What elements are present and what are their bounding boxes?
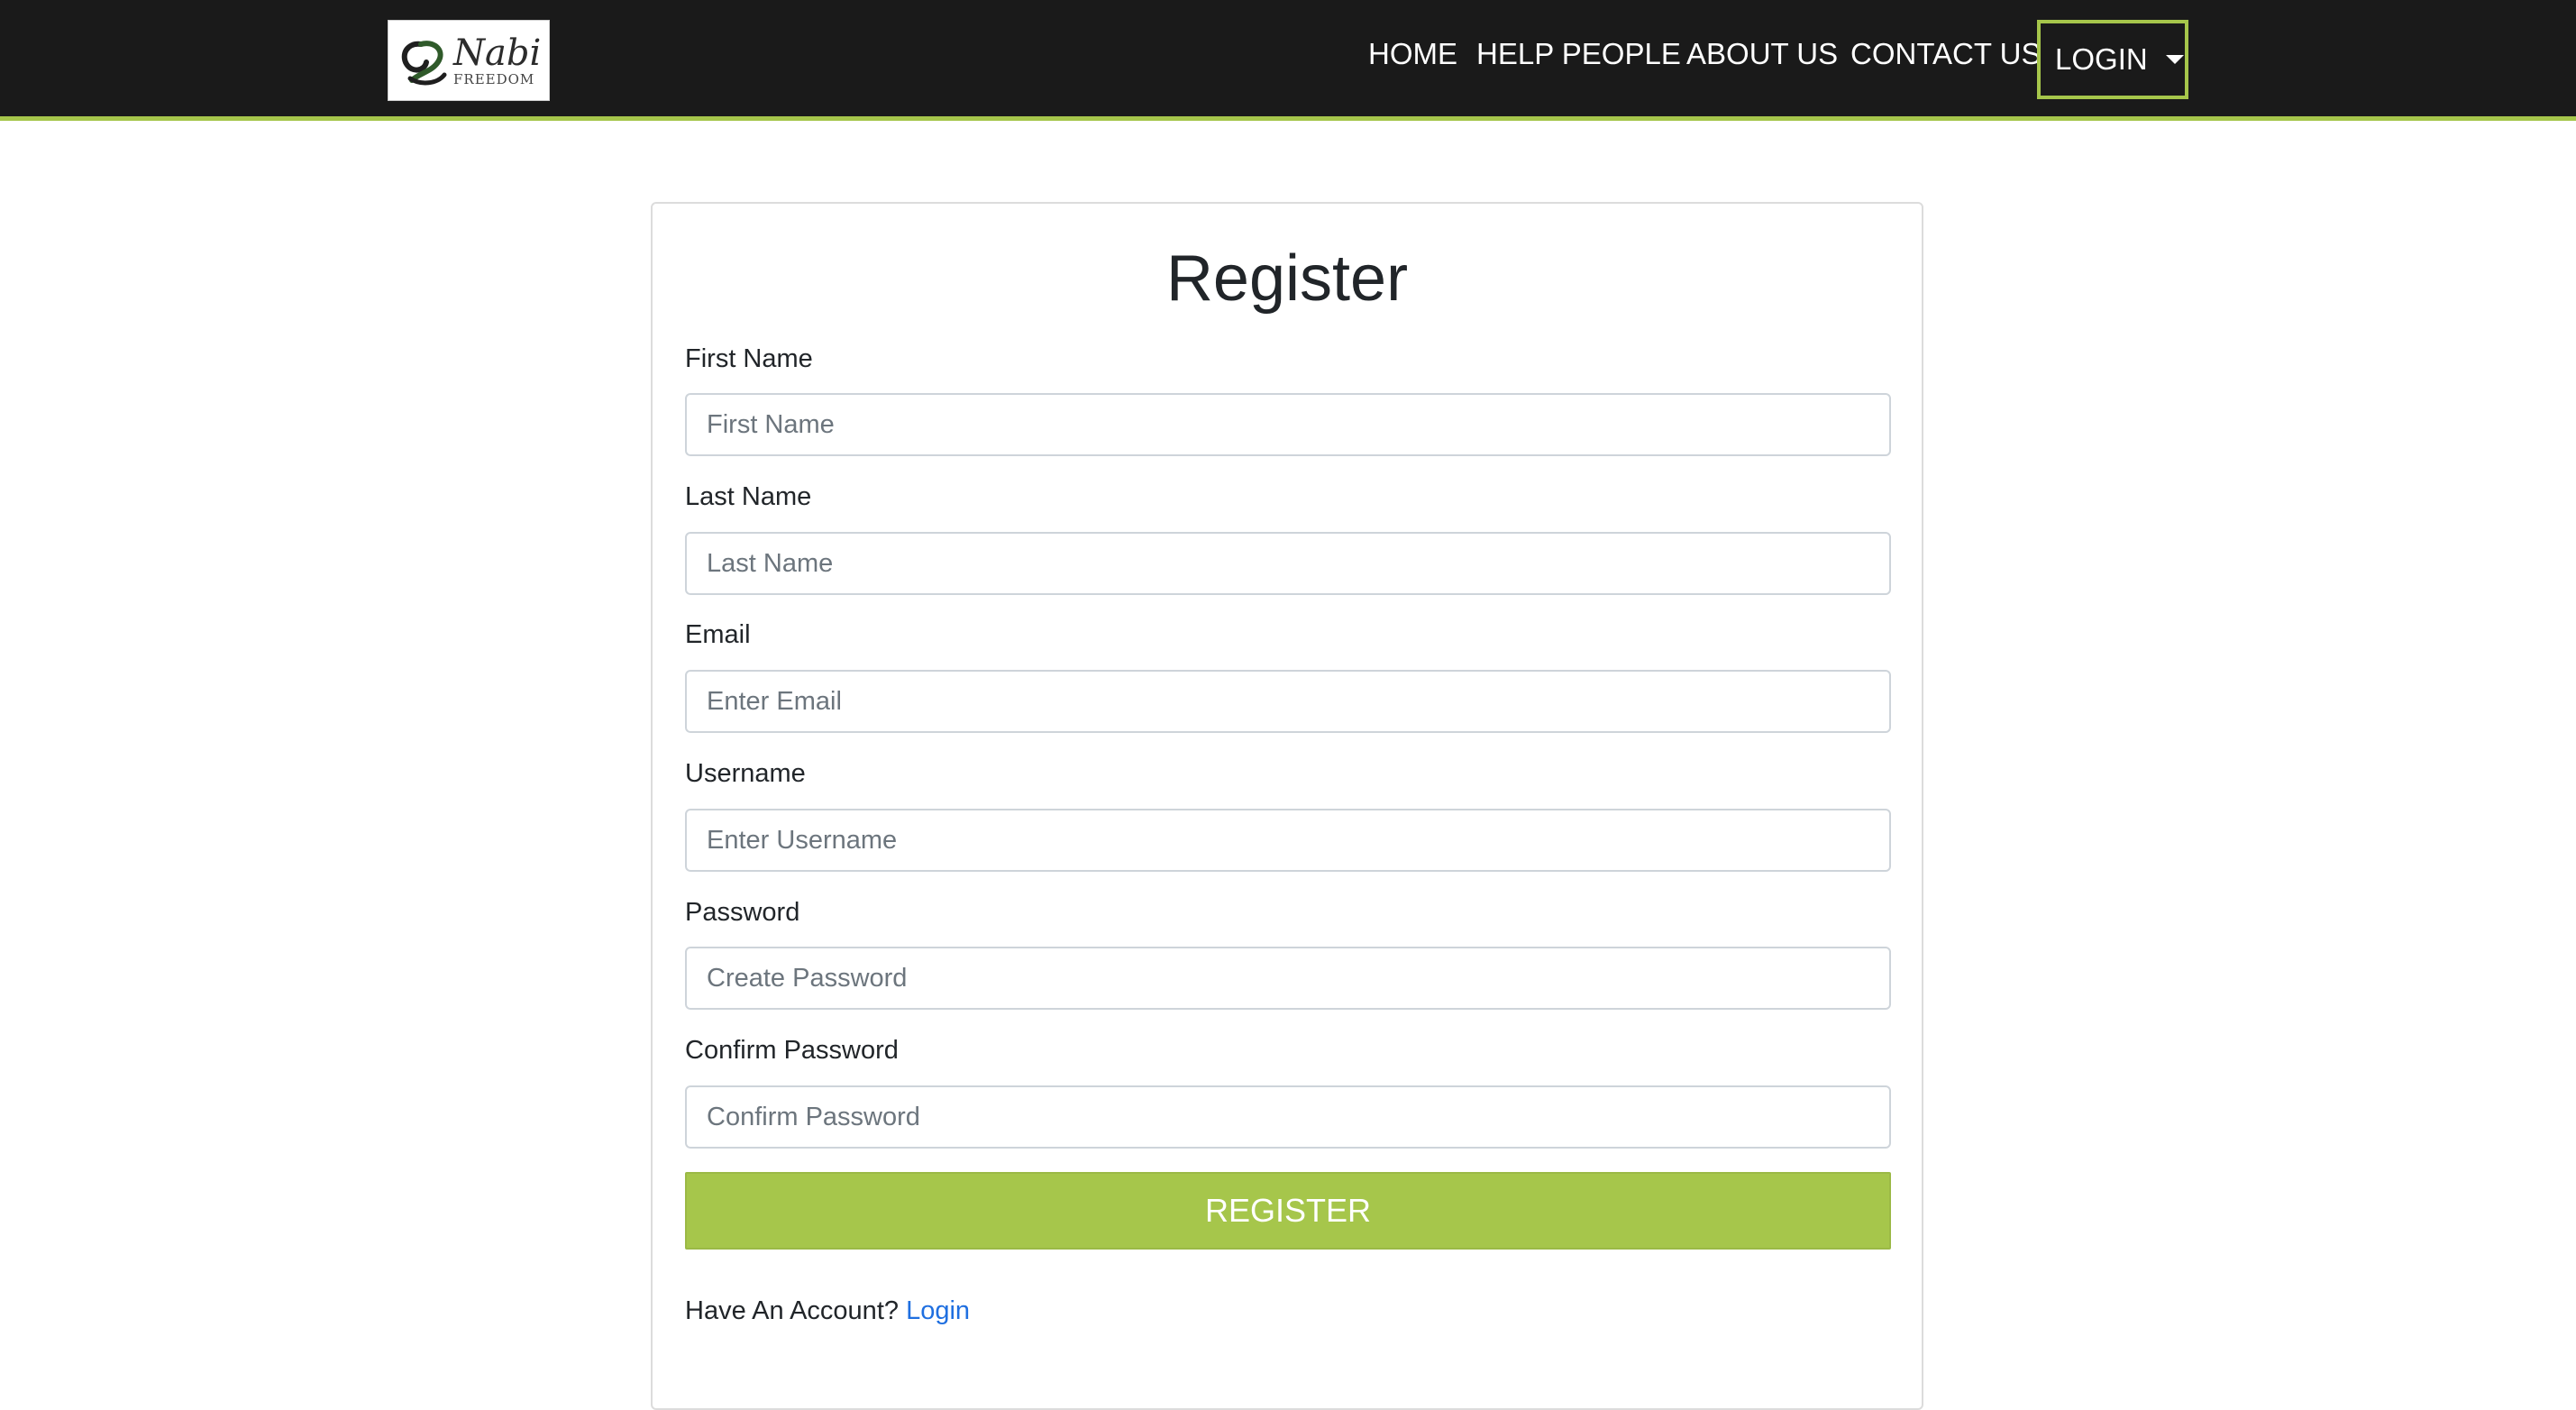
register-button[interactable]: REGISTER (685, 1172, 1891, 1250)
top-navbar: Nabi FREEDOM HOME HELP PEOPLE ABOUT US C… (0, 0, 2576, 121)
username-input[interactable] (685, 809, 1891, 872)
account-prompt-line: Have An Account? Login (685, 1293, 970, 1329)
logo-mark-icon (401, 41, 447, 86)
email-input[interactable] (685, 670, 1891, 733)
nav-home-link[interactable]: HOME (1368, 34, 1457, 74)
login-dropdown-label: LOGIN (2055, 42, 2148, 76)
first-name-input[interactable] (685, 393, 1891, 456)
logo-subtitle: FREEDOM (453, 70, 535, 87)
register-card: Register First Name Last Name Email User… (651, 202, 1923, 1410)
page-title: Register (1165, 243, 1409, 315)
password-input[interactable] (685, 947, 1891, 1010)
last-name-label: Last Name (685, 482, 812, 511)
email-label: Email (685, 620, 751, 649)
password-label: Password (685, 898, 800, 927)
nav-about-us-link[interactable]: ABOUT US (1686, 34, 1838, 74)
confirm-password-input[interactable] (685, 1085, 1891, 1149)
site-logo[interactable]: Nabi FREEDOM (388, 20, 550, 101)
nav-contact-us-link[interactable]: CONTACT US (1850, 34, 2041, 74)
login-dropdown-button[interactable]: LOGIN (2037, 20, 2188, 99)
caret-down-icon (2165, 55, 2184, 64)
last-name-input[interactable] (685, 532, 1891, 595)
logo-text: Nabi FREEDOM (453, 35, 541, 87)
first-name-label: First Name (685, 344, 813, 373)
login-link[interactable]: Login (906, 1296, 970, 1325)
confirm-password-label: Confirm Password (685, 1036, 899, 1065)
username-label: Username (685, 759, 806, 788)
account-prompt-text: Have An Account? (685, 1296, 899, 1325)
nav-help-people-link[interactable]: HELP PEOPLE (1476, 34, 1681, 74)
logo-word: Nabi (453, 32, 542, 74)
